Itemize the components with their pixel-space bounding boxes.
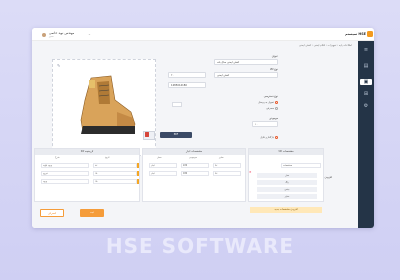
logo-icon: [367, 31, 373, 37]
history-cell: خروج: [41, 171, 89, 176]
warehouse-cell[interactable]: 220: [181, 163, 209, 168]
warehouse-panel: مشخصات انبار سایز موجودی محل ۴۲ 220 انبا…: [142, 148, 246, 202]
history-cell: ۱۵: [93, 179, 137, 184]
code-field[interactable]: 1285014180: [168, 82, 206, 88]
title-field[interactable]: کفش ایمنی ساق بلند: [214, 59, 278, 65]
warehouse-header-size: سایز: [219, 156, 224, 159]
specs-panel-title: مشخصات کالا: [249, 149, 323, 155]
specs-list-item[interactable]: جنس: [257, 187, 317, 192]
history-cell: ورود: [41, 179, 89, 184]
radio-group-label: نوع دسترسی: [263, 95, 278, 98]
brand-title: سیستم HSE: [345, 31, 366, 36]
radio-option-1-label: تحویل به پرسنل: [258, 101, 274, 104]
qty-field[interactable]: ۲۰: [168, 72, 206, 78]
history-panel: تاریخچه کالا تاریخ شرح ۲۲ ورود اولیه ۱۸ …: [34, 148, 140, 202]
small-input[interactable]: [172, 102, 182, 107]
warehouse-cell[interactable]: انبار: [149, 171, 177, 176]
warehouse-cell[interactable]: ۴۳: [213, 171, 241, 176]
upload-label: بارگذاری فایل: [260, 136, 274, 139]
specs-list-item[interactable]: رنگ: [257, 180, 317, 185]
history-panel-title: تاریخچه کالا: [35, 149, 139, 155]
save-button[interactable]: ثبت: [80, 209, 104, 217]
warehouse-header-location: محل: [157, 156, 162, 159]
close-icon[interactable]: ✕: [249, 170, 252, 174]
history-cell: ورود اولیه: [41, 163, 89, 168]
sidebar: ≡ ▤ ▣ ⊞ ⚙: [358, 41, 374, 228]
boot-image: [80, 75, 136, 134]
watermark: HSE SOFTWARE: [105, 234, 295, 258]
warehouse-cell[interactable]: 180: [181, 171, 209, 176]
history-cell: ۱۸: [93, 171, 137, 176]
user-role: مدیر: [49, 35, 54, 38]
stock-field[interactable]: ۱۰: [252, 121, 278, 127]
warehouse-panel-title: مشخصات انبار: [143, 149, 245, 155]
chart-icon[interactable]: ▤: [362, 63, 370, 69]
type-label: نوع کالا: [270, 68, 278, 71]
radio-option-2[interactable]: [275, 107, 278, 110]
specs-panel: مشخصات کالا مشخصات مدل رنگ جنس سایز: [248, 148, 324, 202]
specs-list-item[interactable]: سایز: [257, 194, 317, 199]
box-icon[interactable]: ▣: [360, 79, 372, 85]
pdf-icon: [145, 132, 149, 137]
top-bar: مهندس نوید حاتمی مدیر ⌄ سیستم HSE: [32, 28, 374, 41]
type-field[interactable]: کفش ایمنی: [214, 72, 278, 78]
specs-list-item[interactable]: مدل: [257, 173, 317, 178]
row-marker: [137, 163, 139, 168]
row-marker: [137, 179, 139, 184]
specs-select[interactable]: مشخصات: [281, 163, 321, 168]
warehouse-cell[interactable]: ۴۲: [213, 163, 241, 168]
radio-option-1[interactable]: [275, 101, 278, 104]
upload-radio[interactable]: [275, 136, 278, 139]
chevron-down-icon[interactable]: ⌄: [88, 32, 91, 36]
warehouse-cell[interactable]: انبار: [149, 163, 177, 168]
breadcrumb: اطلاعات پایه ‹ تجهیزات ‹ اقلام ایمنی ‹ ک…: [299, 44, 352, 47]
warning-bar[interactable]: افزودن مشخصات جدید: [250, 207, 322, 213]
title-label: عنوان: [271, 55, 278, 58]
stock-label: موجودی: [269, 117, 278, 120]
avatar[interactable]: [41, 32, 47, 38]
warehouse-header-stock: موجودی: [189, 156, 197, 159]
gear-icon[interactable]: ⚙: [362, 103, 370, 109]
history-header-desc: شرح: [55, 156, 60, 159]
cart-icon[interactable]: ⊞: [362, 91, 370, 97]
history-cell: ۲۲: [93, 163, 137, 168]
row-marker: [137, 171, 139, 176]
cancel-button[interactable]: انصراف: [40, 209, 64, 217]
menu-icon[interactable]: ≡: [362, 47, 370, 53]
history-header-date: تاریخ: [105, 156, 110, 159]
product-image-card[interactable]: ✎: [52, 59, 156, 156]
radio-option-2-label: مصرفی: [266, 107, 274, 110]
upload-button[interactable]: PDF: [160, 132, 192, 138]
